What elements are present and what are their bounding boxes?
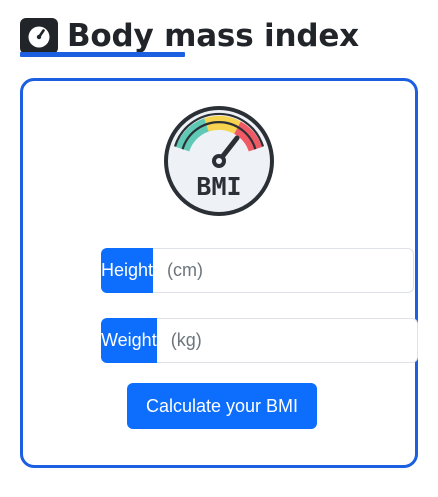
gauge-label: BMI <box>196 172 241 201</box>
scale-icon <box>20 18 58 54</box>
page-title: Body mass index <box>67 18 359 54</box>
weight-input-group: Weight <box>101 318 418 363</box>
bmi-card: BMI Height Weight Calculate your BMI <box>20 78 418 468</box>
title-underline <box>20 52 185 57</box>
height-input[interactable] <box>153 248 415 293</box>
bmi-gauge-icon: BMI <box>164 106 274 216</box>
weight-label: Weight <box>101 318 157 363</box>
height-input-group: Height <box>101 248 415 293</box>
calculate-bmi-button[interactable]: Calculate your BMI <box>127 383 317 429</box>
weight-input[interactable] <box>156 318 418 363</box>
height-label: Height <box>101 248 154 293</box>
